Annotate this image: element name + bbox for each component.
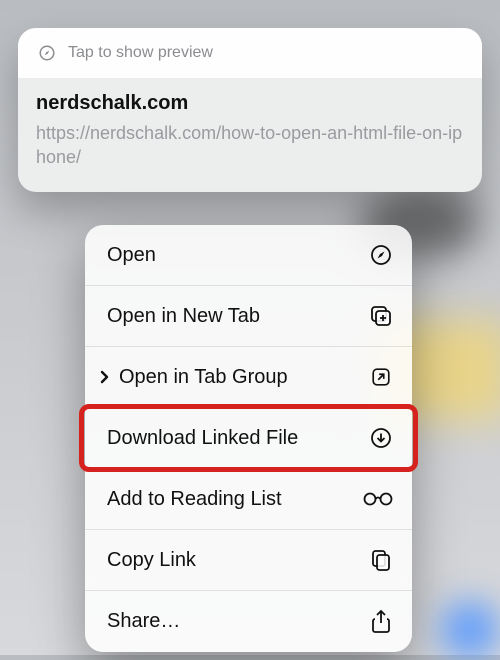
copy-icon <box>368 547 394 573</box>
preview-body: nerdschalk.com https://nerdschalk.com/ho… <box>18 78 482 192</box>
plus-square-icon <box>368 303 394 329</box>
menu-item-share[interactable]: Share… <box>85 591 412 652</box>
compass-icon <box>368 242 394 268</box>
menu-item-label: Download Linked File <box>107 427 298 450</box>
menu-item-add-reading-list[interactable]: Add to Reading List <box>85 469 412 530</box>
download-icon <box>368 425 394 451</box>
menu-item-label: Open in New Tab <box>107 305 260 328</box>
menu-item-open-new-tab[interactable]: Open in New Tab <box>85 286 412 347</box>
glasses-icon <box>362 486 394 512</box>
chevron-right-icon <box>97 370 113 384</box>
menu-item-label: Open in Tab Group <box>119 366 288 389</box>
preview-hint-text: Tap to show preview <box>68 44 213 62</box>
menu-item-label: Add to Reading List <box>107 488 282 511</box>
menu-item-download-linked-file[interactable]: Download Linked File <box>85 408 412 469</box>
menu-item-label: Share… <box>107 610 180 633</box>
context-menu: Open Open in New Tab Open in Tab <box>85 225 412 652</box>
menu-item-copy-link[interactable]: Copy Link <box>85 530 412 591</box>
arrow-box-icon <box>368 364 394 390</box>
preview-domain: nerdschalk.com <box>36 92 464 115</box>
menu-item-open[interactable]: Open <box>85 225 412 286</box>
menu-item-open-tab-group[interactable]: Open in Tab Group <box>85 347 412 408</box>
menu-item-label: Copy Link <box>107 549 196 572</box>
menu-item-label: Open <box>107 244 156 267</box>
preview-hint-row[interactable]: Tap to show preview <box>18 28 482 78</box>
preview-url: https://nerdschalk.com/how-to-open-an-ht… <box>36 121 464 170</box>
link-preview-card[interactable]: Tap to show preview nerdschalk.com https… <box>18 28 482 192</box>
compass-icon <box>34 40 60 66</box>
share-icon <box>368 609 394 635</box>
